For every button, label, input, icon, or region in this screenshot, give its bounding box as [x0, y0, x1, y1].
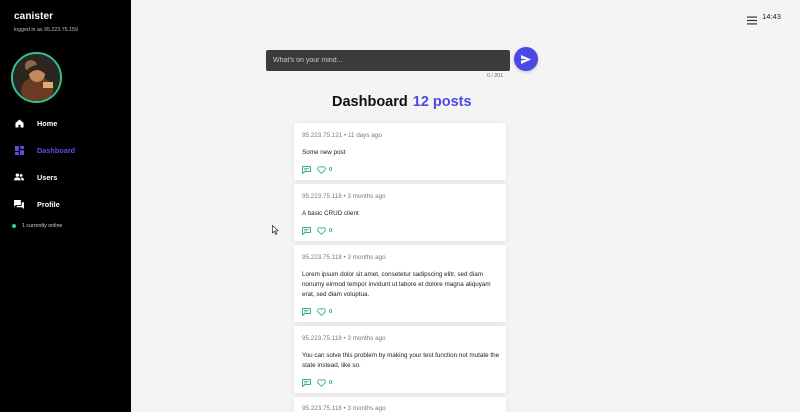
post-card: 95.223.75.121 • 11 days ago Some new pos… [294, 123, 506, 180]
comment-button[interactable] [302, 227, 311, 235]
post-meta: 95.223.75.118 • 3 months ago [302, 254, 386, 261]
comment-icon [302, 227, 311, 235]
login-info: logged in as 95.223.75.159 [14, 27, 78, 33]
comment-button[interactable] [302, 379, 311, 387]
cursor-icon [272, 224, 280, 235]
sidebar-item-label: Users [37, 172, 58, 182]
post-actions: 0 [302, 379, 338, 387]
post-body: You can solve this problem by making you… [302, 352, 500, 369]
comment-button[interactable] [302, 166, 311, 174]
page-title: Dashboard 12 posts [332, 94, 472, 110]
sidebar-item-users[interactable]: Users [0, 166, 131, 188]
like-count: 0 [329, 167, 333, 173]
like-button[interactable]: 0 [317, 166, 332, 174]
heart-icon [317, 308, 326, 316]
post-meta: 95.223.75.118 • 3 months ago [302, 335, 386, 342]
sidebar-item-dashboard[interactable]: Dashboard [0, 139, 131, 161]
like-count: 0 [329, 380, 333, 386]
send-icon [521, 54, 531, 64]
send-button[interactable] [514, 47, 538, 71]
post-input[interactable] [266, 50, 510, 71]
sidebar-item-label: Dashboard [37, 145, 76, 155]
like-button[interactable]: 0 [317, 227, 332, 235]
heart-icon [317, 227, 326, 235]
heart-icon [317, 379, 326, 387]
home-icon [14, 118, 24, 128]
post-actions: 0 [302, 166, 338, 174]
comment-button[interactable] [302, 308, 311, 316]
hamburger-icon [747, 16, 757, 25]
comment-icon [302, 308, 311, 316]
post-meta: 95.223.75.118 • 3 months ago [302, 193, 386, 200]
post-body: Some new post [302, 149, 346, 156]
like-count: 0 [329, 228, 333, 234]
post-card: 95.223.75.118 • 3 months ago Lorem ipsum… [294, 245, 506, 322]
dashboard-icon [14, 145, 24, 155]
avatar[interactable] [11, 52, 62, 103]
post-meta: 95.223.75.118 • 3 months ago [302, 405, 386, 412]
online-indicator-icon [12, 224, 16, 228]
like-button[interactable]: 0 [317, 379, 332, 387]
online-count: 1 currently online [22, 223, 63, 229]
page-title-text: Dashboard [332, 94, 408, 110]
comment-icon [302, 379, 311, 387]
post-card: 95.223.75.118 • 3 months ago A basic CRU… [294, 184, 506, 241]
character-counter: 0 / 201 [487, 73, 504, 79]
chat-icon [14, 199, 24, 209]
online-status: 1 currently online [12, 223, 62, 229]
sidebar-item-profile[interactable]: Profile [0, 193, 131, 215]
sidebar-item-label: Home [37, 118, 58, 128]
like-button[interactable]: 0 [317, 308, 332, 316]
app-brand: canister [14, 11, 54, 22]
sidebar: canister logged in as 95.223.75.159 Home… [0, 0, 131, 412]
users-icon [14, 172, 24, 182]
post-meta: 95.223.75.121 • 11 days ago [302, 132, 382, 139]
post-card: 95.223.75.118 • 3 months ago [294, 397, 506, 412]
post-count: 12 posts [412, 94, 472, 110]
post-card: 95.223.75.118 • 3 months ago You can sol… [294, 326, 506, 393]
post-actions: 0 [302, 227, 338, 235]
sidebar-item-home[interactable]: Home [0, 112, 131, 134]
post-actions: 0 [302, 308, 338, 316]
post-body: A basic CRUD client [302, 210, 359, 217]
sidebar-item-label: Profile [37, 199, 60, 209]
menu-button[interactable] [747, 12, 757, 25]
mouse-cursor [272, 222, 280, 240]
clock: 14:43 [762, 12, 782, 21]
heart-icon [317, 166, 326, 174]
like-count: 0 [329, 309, 333, 315]
comment-icon [302, 166, 311, 174]
post-body: Lorem ipsum dolor sit amet, consetetur s… [302, 271, 491, 298]
